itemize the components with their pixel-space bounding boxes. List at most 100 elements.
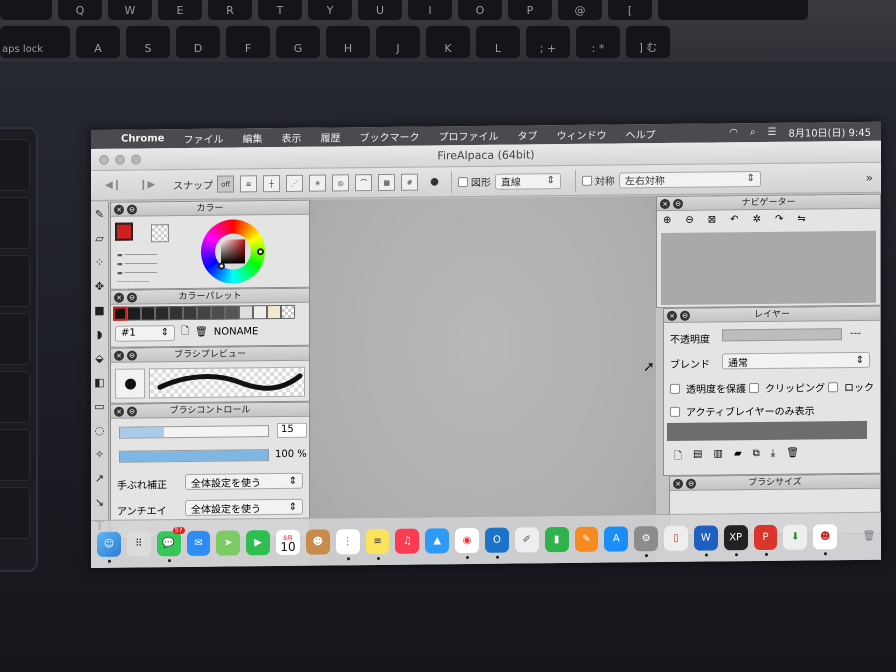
menu-item-file[interactable]: ファイル bbox=[183, 131, 223, 146]
menubar-clock[interactable]: 8月10日(日) 9:45 bbox=[788, 124, 871, 140]
snap-radial-icon[interactable]: ✳ bbox=[309, 174, 327, 192]
float-icon[interactable]: ⊖ bbox=[680, 310, 690, 321]
snap-circle-icon[interactable]: ◎ bbox=[332, 174, 350, 192]
shortcut-button[interactable] bbox=[0, 429, 30, 481]
menu-item-view[interactable]: 表示 bbox=[281, 130, 301, 145]
toolbar-overflow-button[interactable]: » bbox=[866, 170, 873, 184]
antialias-select[interactable]: 全体設定を使う ⇕ bbox=[185, 498, 303, 517]
snap-vanishing-icon[interactable]: ⋰ bbox=[286, 174, 304, 192]
transparent-color-swatch[interactable] bbox=[151, 224, 169, 243]
bucket-fill-tool-icon[interactable]: ⬙ bbox=[91, 346, 108, 370]
protect-alpha-checkbox[interactable] bbox=[670, 383, 680, 394]
system-settings-icon[interactable]: ⚙ bbox=[634, 526, 659, 558]
rotate-right-icon[interactable]: ↷ bbox=[775, 214, 783, 225]
snap-cross-icon[interactable]: ┼ bbox=[263, 175, 281, 193]
close-icon[interactable]: × bbox=[114, 406, 124, 417]
undo-icon[interactable]: ◀❙ bbox=[105, 180, 121, 191]
hue-picker-handle[interactable] bbox=[257, 248, 264, 256]
slider-track[interactable]: ┄┄┄┄┄┄┄┄┄ bbox=[117, 277, 187, 287]
app-store-icon[interactable]: A bbox=[604, 526, 629, 552]
float-icon[interactable]: ⊖ bbox=[127, 350, 137, 361]
shortcut-button[interactable] bbox=[0, 197, 30, 249]
search-icon[interactable]: ⌕ bbox=[750, 127, 756, 138]
close-window-button[interactable] bbox=[99, 154, 109, 165]
layer-opacity-slider[interactable] bbox=[722, 328, 842, 342]
mail-icon[interactable]: ✉ bbox=[186, 530, 211, 556]
snap-3d-icon[interactable]: ▦ bbox=[378, 173, 396, 191]
menu-item-history[interactable]: 履歴 bbox=[320, 129, 340, 144]
messages-icon[interactable]: 💬 57 bbox=[156, 527, 185, 563]
rotate-left-icon[interactable]: ↶ bbox=[730, 214, 738, 225]
canvas-area[interactable] bbox=[310, 196, 656, 566]
redo-icon[interactable]: ❙▶ bbox=[139, 179, 155, 190]
close-icon[interactable]: × bbox=[114, 204, 124, 215]
xp-pen-icon[interactable]: XP bbox=[723, 525, 748, 557]
select-eraser-tool-icon[interactable]: ↘ bbox=[91, 490, 108, 514]
shortcut-button[interactable] bbox=[0, 487, 30, 539]
color-saturation-square[interactable] bbox=[221, 239, 245, 264]
shortcut-button[interactable] bbox=[0, 139, 30, 191]
close-icon[interactable]: × bbox=[114, 350, 124, 361]
color-sliders[interactable]: ▬ ───────── ▬ ───────── ▬ ───────── ┄┄┄┄… bbox=[117, 250, 187, 287]
figure-select[interactable]: 直線 ⇕ bbox=[494, 172, 561, 190]
eraser-tool-icon[interactable]: ▱ bbox=[91, 226, 108, 250]
fit-icon[interactable]: ⊠ bbox=[708, 214, 716, 225]
keynote-icon[interactable]: ▲ bbox=[425, 528, 450, 554]
new-palette-icon[interactable]: 🗋 bbox=[181, 324, 189, 341]
installer-icon[interactable]: ⬇ bbox=[783, 524, 808, 550]
zoom-window-button[interactable] bbox=[131, 154, 141, 165]
brush-tool-icon[interactable]: ✎ bbox=[91, 202, 108, 226]
primary-color-swatch[interactable] bbox=[115, 222, 133, 241]
stabilizer-select[interactable]: 全体設定を使う ⇕ bbox=[185, 472, 303, 491]
snap-parallel-icon[interactable]: ≡ bbox=[240, 175, 258, 193]
iphone-mirroring-icon[interactable]: ▯ bbox=[664, 525, 688, 551]
freeform-icon[interactable]: ✐ bbox=[514, 527, 539, 553]
maps-icon[interactable]: ➤ bbox=[216, 530, 241, 556]
finder-icon[interactable]: ☺ bbox=[97, 531, 121, 563]
wifi-icon[interactable]: ◠ bbox=[729, 127, 738, 138]
menu-item-window[interactable]: ウィンドウ bbox=[556, 127, 606, 143]
color-wheel[interactable] bbox=[201, 219, 265, 284]
shortcut-button[interactable] bbox=[0, 313, 30, 365]
palette-swatch[interactable] bbox=[183, 305, 197, 321]
firealpaca-icon[interactable]: ☻ bbox=[813, 524, 838, 556]
magic-wand-tool-icon[interactable]: ✧ bbox=[91, 442, 108, 466]
float-icon[interactable]: ⊖ bbox=[673, 198, 683, 209]
blend-select[interactable]: 通常 ⇕ bbox=[722, 351, 870, 370]
fill-rect-tool-icon[interactable]: ■ bbox=[91, 298, 108, 322]
active-only-checkbox[interactable] bbox=[670, 406, 680, 417]
music-icon[interactable]: ♫ bbox=[395, 528, 420, 554]
chrome-icon[interactable]: ◉ bbox=[455, 527, 479, 560]
float-icon[interactable]: ⊖ bbox=[127, 204, 137, 215]
close-icon[interactable]: × bbox=[667, 310, 677, 321]
menu-item-help[interactable]: ヘルプ bbox=[625, 126, 655, 141]
float-icon[interactable]: ⊖ bbox=[127, 292, 137, 303]
flip-icon[interactable]: ⇋ bbox=[797, 214, 805, 225]
minimize-window-button[interactable] bbox=[115, 154, 125, 165]
word-icon[interactable]: W bbox=[693, 525, 718, 557]
navigator-preview[interactable] bbox=[661, 230, 876, 306]
select-pen-tool-icon[interactable]: ↗ bbox=[91, 466, 108, 490]
float-icon[interactable]: ⊖ bbox=[127, 406, 137, 417]
pages-icon[interactable]: ✎ bbox=[574, 526, 599, 552]
menu-item-profiles[interactable]: プロファイル bbox=[438, 128, 498, 144]
clipping-checkbox[interactable] bbox=[749, 382, 759, 393]
zoom-out-icon[interactable]: ⊖ bbox=[685, 215, 693, 226]
duplicate-layer-icon[interactable]: ⧉ bbox=[753, 448, 760, 465]
new-layer-icon[interactable]: 🗋 bbox=[674, 449, 682, 466]
snap-grid-icon[interactable]: # bbox=[401, 173, 419, 191]
snap-settings-icon[interactable]: ● bbox=[430, 176, 439, 187]
palette-swatch[interactable] bbox=[267, 305, 281, 320]
symmetry-select[interactable]: 左右対称 ⇕ bbox=[618, 170, 761, 188]
float-icon[interactable]: ⊖ bbox=[686, 478, 696, 489]
palette-swatch[interactable] bbox=[197, 305, 211, 320]
launchpad-icon[interactable]: ⠿ bbox=[126, 531, 151, 557]
palette-swatch[interactable] bbox=[211, 305, 225, 320]
menu-item-tab[interactable]: タブ bbox=[517, 127, 537, 142]
palette-swatch[interactable] bbox=[155, 306, 169, 321]
powerpoint-icon[interactable]: P bbox=[753, 524, 778, 556]
select-tool-icon[interactable]: ▭ bbox=[91, 394, 108, 418]
close-icon[interactable]: × bbox=[660, 198, 670, 210]
gradient-tool-icon[interactable]: ◧ bbox=[91, 370, 108, 394]
facetime-icon[interactable]: ▶ bbox=[246, 530, 271, 556]
